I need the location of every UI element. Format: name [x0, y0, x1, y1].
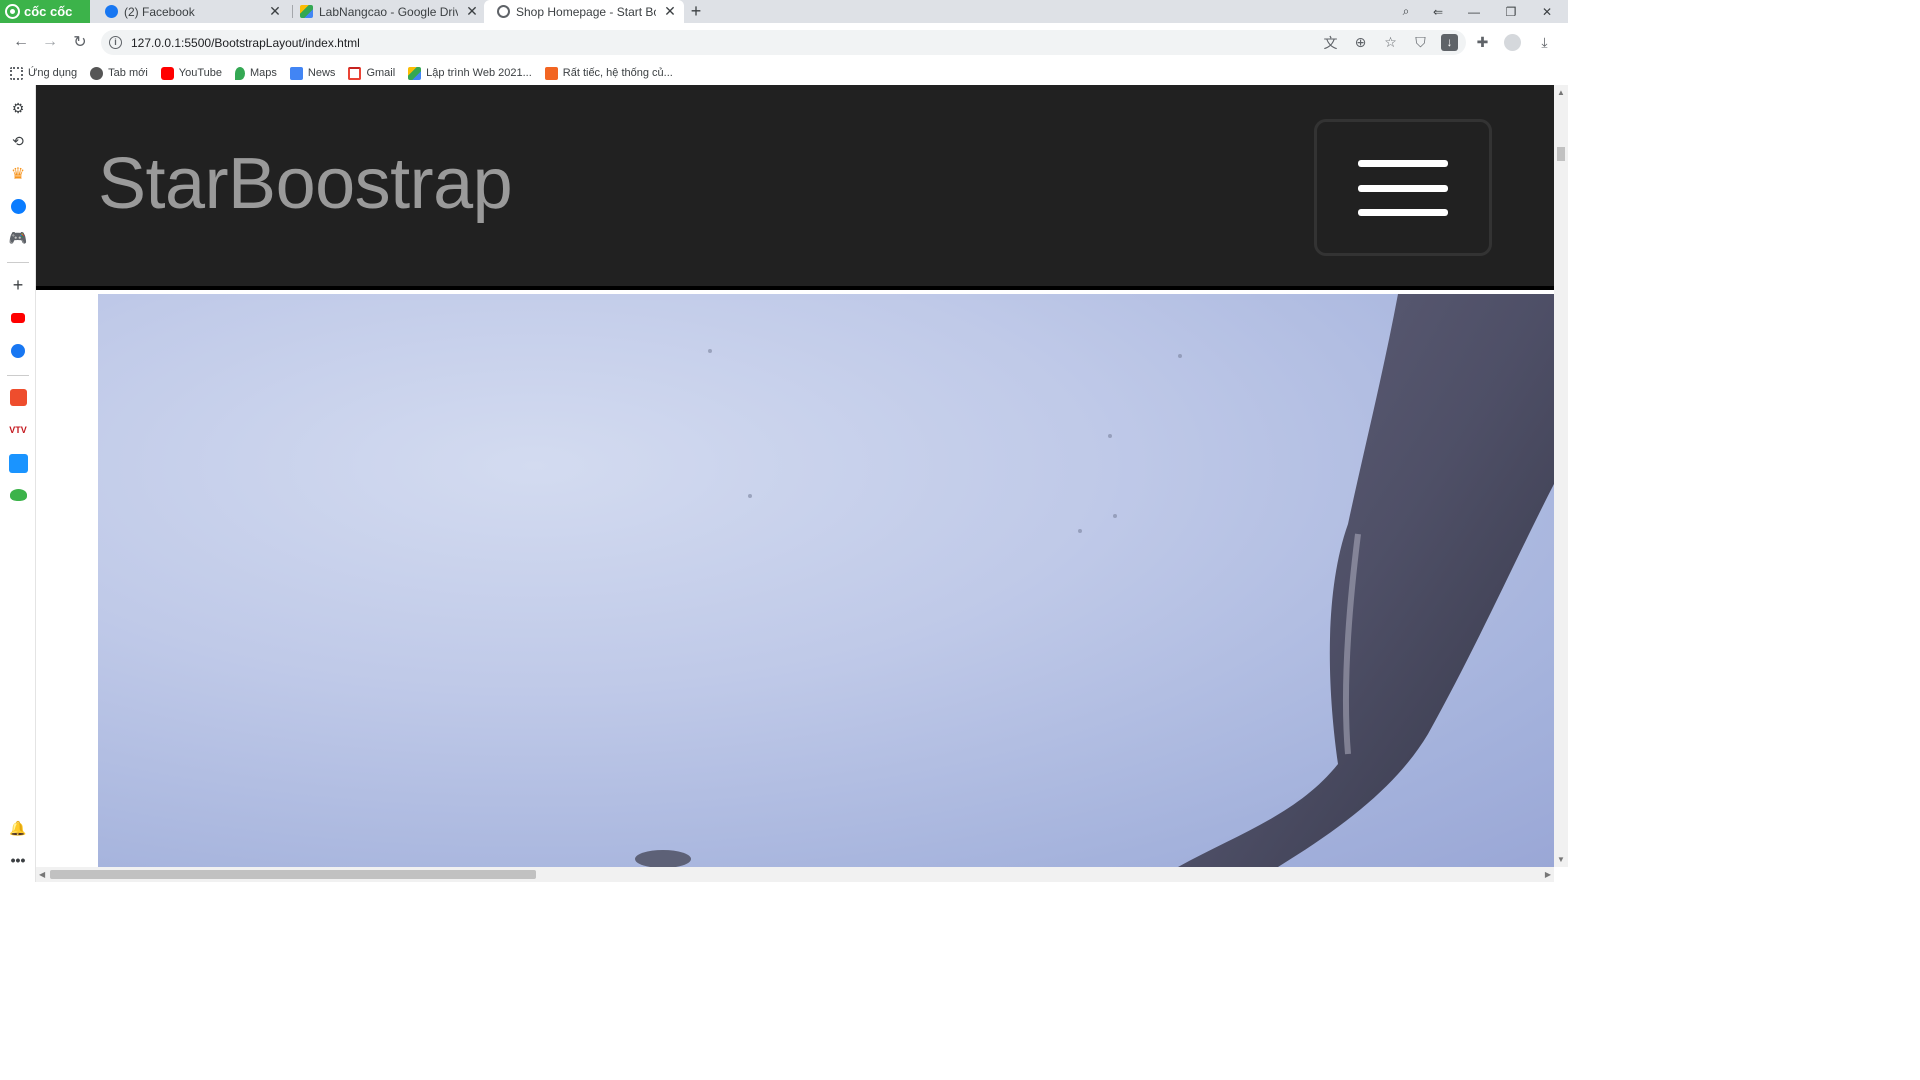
scroll-right-arrow-icon[interactable]: ▶: [1545, 870, 1551, 879]
shopee-icon[interactable]: [8, 387, 28, 407]
maps-icon: [235, 66, 246, 80]
bookmarks-bar: Ứng dụng Tab mới YouTube Maps News Gmail…: [0, 61, 1568, 85]
forward-button[interactable]: →: [39, 31, 61, 53]
coccoc-icon: [90, 66, 104, 80]
zoom-icon[interactable]: ⊕: [1351, 33, 1370, 52]
profile-avatar-icon[interactable]: [1503, 33, 1522, 52]
history-icon[interactable]: ⟲: [8, 131, 28, 151]
vertical-scrollbar[interactable]: ▲ ▼: [1554, 85, 1568, 867]
close-icon[interactable]: ✕: [662, 3, 678, 20]
extension-app-icon[interactable]: [8, 485, 28, 505]
downloads-icon[interactable]: ⤓: [1535, 33, 1554, 52]
site-brand[interactable]: StarBoostrap: [98, 143, 513, 225]
hamburger-menu-icon: [1358, 160, 1448, 167]
game-controller-icon[interactable]: 🎮: [8, 228, 28, 248]
tab-title: Shop Homepage - Start Boot: [516, 4, 656, 19]
bookmark-lap-trinh-web[interactable]: Lập trình Web 2021...: [408, 66, 532, 80]
close-window-button[interactable]: ✕: [1529, 0, 1565, 23]
hamburger-menu-icon: [1358, 209, 1448, 216]
bookmark-new-tab[interactable]: Tab mới: [90, 66, 148, 80]
omnibox-actions: 文 ⊕ ☆ ⛉ ↓: [1321, 33, 1458, 52]
youtube-icon: [160, 66, 174, 80]
tab-shop-homepage[interactable]: Shop Homepage - Start Boot ✕: [484, 0, 684, 23]
navbar-toggler-button[interactable]: [1314, 119, 1492, 256]
info-icon[interactable]: i: [109, 36, 122, 49]
bookmark-maps[interactable]: Maps: [235, 66, 277, 80]
scroll-left-arrow-icon[interactable]: ◀: [39, 870, 45, 879]
coccoc-logo-button[interactable]: cốc cốc: [0, 0, 90, 23]
tiki-icon[interactable]: [8, 453, 28, 473]
bookmark-label: Lập trình Web 2021...: [426, 67, 532, 79]
bookmark-label: Ứng dụng: [28, 67, 78, 79]
bookmark-apps[interactable]: Ứng dụng: [10, 66, 78, 80]
google-drive-icon: [300, 5, 313, 18]
add-icon[interactable]: +: [8, 275, 28, 295]
bookmark-label: YouTube: [178, 67, 223, 79]
scroll-up-arrow-icon[interactable]: ▲: [1557, 88, 1565, 97]
hero-image: [98, 294, 1554, 867]
bell-icon[interactable]: 🔔: [8, 818, 28, 838]
scroll-down-arrow-icon[interactable]: ▼: [1557, 855, 1565, 864]
new-tab-button[interactable]: +: [686, 0, 706, 23]
reload-button[interactable]: ↻: [69, 31, 91, 53]
back-button[interactable]: ←: [10, 31, 32, 53]
shield-icon[interactable]: ⛉: [1411, 33, 1430, 52]
tab-google-drive[interactable]: LabNangcao - Google Drive ✕: [287, 0, 486, 23]
scrollbar-thumb[interactable]: [1557, 147, 1565, 161]
address-toolbar: ← → ↻ i 127.0.0.1:5500/BootstrapLayout/i…: [0, 23, 1568, 61]
horizontal-scrollbar[interactable]: ◀ ▶: [36, 867, 1554, 882]
bookmark-error-page[interactable]: Rất tiếc, hệ thống củ...: [544, 66, 673, 80]
minimize-button[interactable]: —: [1456, 0, 1492, 23]
tab-title: (2) Facebook: [124, 4, 195, 19]
hamburger-menu-icon: [1358, 185, 1448, 192]
error-page-icon: [544, 66, 558, 80]
globe-icon: [497, 5, 510, 18]
extensions-icon[interactable]: ✚: [1473, 33, 1492, 52]
browser-sidebar: ⚙ ⟲ ♛ 🎮 + VTV 🔔 •••: [0, 85, 36, 882]
more-icon[interactable]: •••: [8, 850, 28, 870]
close-icon[interactable]: ✕: [464, 3, 480, 20]
tab-title: LabNangcao - Google Drive: [319, 4, 458, 19]
sidebar-toggle-icon[interactable]: ⇐: [1420, 0, 1456, 23]
tab-facebook[interactable]: (2) Facebook ✕: [92, 0, 289, 23]
facebook-icon[interactable]: [8, 341, 28, 361]
translate-icon[interactable]: 文: [1321, 33, 1340, 52]
sidebar-divider: [7, 375, 29, 376]
close-icon[interactable]: ✕: [267, 3, 283, 20]
bookmark-news[interactable]: News: [289, 66, 336, 80]
restore-button[interactable]: ❐: [1493, 0, 1529, 23]
vtv-icon[interactable]: VTV: [8, 420, 28, 440]
crown-icon[interactable]: ♛: [8, 164, 28, 184]
bookmark-gmail[interactable]: Gmail: [348, 66, 396, 80]
messenger-icon[interactable]: [8, 196, 28, 216]
scrollbar-thumb[interactable]: [50, 870, 536, 879]
coccoc-icon: [5, 4, 20, 19]
settings-gear-icon[interactable]: ⚙: [8, 98, 28, 118]
bookmark-label: Rất tiếc, hệ thống củ...: [562, 67, 673, 79]
tab-search-icon[interactable]: ⌕: [1388, 0, 1424, 23]
youtube-icon[interactable]: [8, 308, 28, 328]
address-bar[interactable]: i 127.0.0.1:5500/BootstrapLayout/index.h…: [101, 30, 1466, 55]
bookmark-label: News: [307, 67, 336, 79]
url-text[interactable]: 127.0.0.1:5500/BootstrapLayout/index.htm…: [131, 36, 360, 50]
site-navbar: StarBoostrap: [36, 85, 1554, 290]
bookmark-label: Tab mới: [108, 67, 148, 79]
google-news-icon: [289, 66, 303, 80]
page-viewport: StarBoostrap: [36, 85, 1554, 867]
bookmark-label: Maps: [250, 67, 277, 79]
gmail-icon: [348, 66, 362, 80]
google-drive-icon: [408, 66, 422, 80]
bookmark-star-icon[interactable]: ☆: [1381, 33, 1400, 52]
bookmark-label: Gmail: [366, 67, 396, 79]
tab-strip: cốc cốc (2) Facebook ✕ LabNangcao - Goog…: [0, 0, 1568, 23]
facebook-icon: [105, 5, 118, 18]
bookmark-youtube[interactable]: YouTube: [160, 66, 223, 80]
navbar-border: [36, 286, 1554, 290]
bird-wing-silhouette: [635, 294, 1554, 867]
savior-download-icon[interactable]: ↓: [1441, 34, 1458, 51]
browser-brand: cốc cốc: [24, 4, 73, 19]
sidebar-divider: [7, 262, 29, 263]
apps-grid-icon: [10, 66, 23, 80]
